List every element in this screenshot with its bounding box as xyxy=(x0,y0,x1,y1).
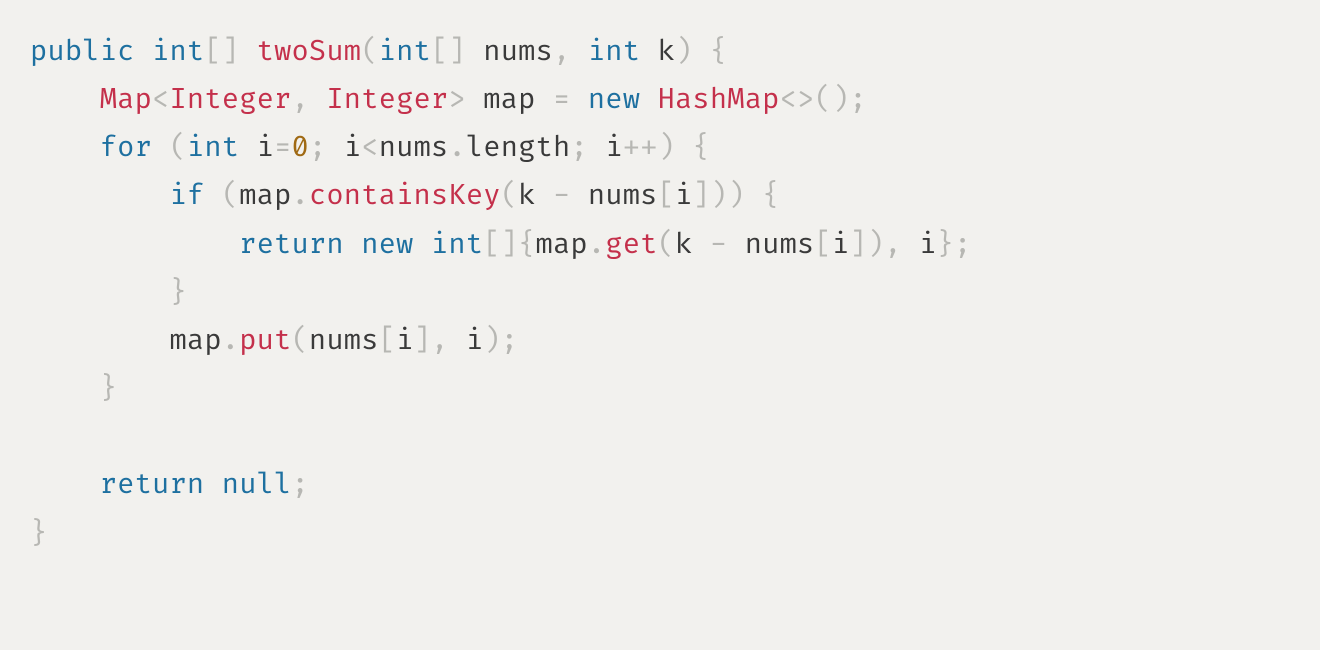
code-line-6: } xyxy=(30,275,187,310)
code-line-7: map.put(nums[i], i); xyxy=(30,323,518,358)
code-line-5: return new int[]{map.get(k - nums[i]), i… xyxy=(30,227,971,262)
code-line-10: } xyxy=(30,516,47,551)
code-line-4: if (map.containsKey(k - nums[i])) { xyxy=(30,178,780,213)
code-line-3: for (int i=0; i<nums.length; i++) { xyxy=(30,130,710,165)
code-block: public int[] twoSum(int[] nums, int k) {… xyxy=(0,0,1320,586)
code-line-2: Map<Integer, Integer> map = new HashMap<… xyxy=(30,82,867,117)
code-line-8: } xyxy=(30,371,117,406)
code-line-9: return null; xyxy=(30,467,309,502)
code-line-1: public int[] twoSum(int[] nums, int k) { xyxy=(30,34,727,69)
code-line-blank xyxy=(30,419,47,454)
